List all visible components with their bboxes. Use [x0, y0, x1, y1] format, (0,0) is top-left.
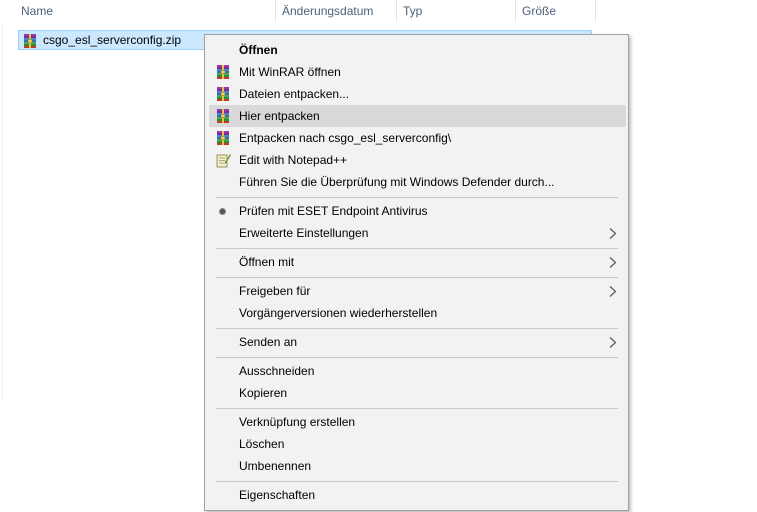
menu-item-open[interactable]: Öffnen: [209, 39, 626, 61]
menu-item-label: Eigenschaften: [239, 488, 316, 502]
column-name[interactable]: Name: [21, 0, 53, 22]
menu-item-label: Freigeben für: [239, 284, 311, 298]
column-divider[interactable]: [396, 0, 397, 22]
column-divider[interactable]: [515, 0, 516, 22]
menu-item-label: Edit with Notepad++: [239, 153, 348, 167]
chevron-right-icon: [608, 257, 618, 268]
column-size[interactable]: Größe: [522, 0, 556, 22]
menu-item-label: Mit WinRAR öffnen: [239, 65, 341, 79]
menu-item-label: Öffnen: [239, 43, 278, 57]
menu-item-rename[interactable]: Umbenennen: [209, 455, 626, 477]
menu-item-label: Ausschneiden: [239, 364, 315, 378]
chevron-right-icon: [608, 228, 618, 239]
menu-item-label: Vorgängerversionen wiederherstellen: [239, 306, 438, 320]
menu-separator: [216, 481, 618, 482]
column-type[interactable]: Typ: [403, 0, 422, 22]
menu-item-open-with-winrar[interactable]: Mit WinRAR öffnen: [209, 61, 626, 83]
menu-item-extract-to-folder[interactable]: Entpacken nach csgo_esl_serverconfig\: [209, 127, 626, 149]
column-divider[interactable]: [595, 0, 596, 22]
menu-item-windows-defender-scan[interactable]: Führen Sie die Überprüfung mit Windows D…: [209, 171, 626, 193]
menu-item-send-to[interactable]: Senden an: [209, 331, 626, 353]
menu-item-delete[interactable]: Löschen: [209, 433, 626, 455]
menu-item-label: Dateien entpacken...: [239, 87, 350, 101]
menu-item-label: Erweiterte Einstellungen: [239, 226, 369, 240]
menu-item-label: Öffnen mit: [239, 255, 295, 269]
menu-item-label: Entpacken nach csgo_esl_serverconfig\: [239, 131, 452, 145]
menu-item-extract-here[interactable]: Hier entpacken: [209, 105, 626, 127]
context-menu: Öffnen Mit WinRAR öffnen Dateien entpack…: [204, 34, 629, 511]
winrar-archive-icon: [22, 33, 38, 49]
column-date[interactable]: Änderungsdatum: [282, 0, 373, 22]
menu-item-open-with[interactable]: Öffnen mit: [209, 251, 626, 273]
menu-item-cut[interactable]: Ausschneiden: [209, 360, 626, 382]
menu-item-label: Prüfen mit ESET Endpoint Antivirus: [239, 204, 428, 218]
file-name: csgo_esl_serverconfig.zip: [43, 33, 182, 47]
menu-item-share-with[interactable]: Freigeben für: [209, 280, 626, 302]
pane-border: [2, 22, 3, 400]
chevron-right-icon: [608, 337, 618, 348]
menu-item-label: Kopieren: [239, 386, 288, 400]
menu-item-create-shortcut[interactable]: Verknüpfung erstellen: [209, 411, 626, 433]
menu-separator: [216, 197, 618, 198]
menu-item-label: Führen Sie die Überprüfung mit Windows D…: [239, 175, 555, 189]
column-divider[interactable]: [275, 0, 276, 22]
menu-separator: [216, 248, 618, 249]
eset-icon: [219, 208, 226, 215]
menu-item-label: Verknüpfung erstellen: [239, 415, 356, 429]
winrar-icon: [215, 86, 231, 102]
menu-item-edit-notepadpp[interactable]: Edit with Notepad++: [209, 149, 626, 171]
menu-separator: [216, 328, 618, 329]
column-header: ^ Name Änderungsdatum Typ Größe: [0, 0, 757, 22]
menu-item-restore-previous-versions[interactable]: Vorgängerversionen wiederherstellen: [209, 302, 626, 324]
menu-item-label: Löschen: [239, 437, 285, 451]
menu-separator: [216, 277, 618, 278]
menu-item-eset-scan[interactable]: Prüfen mit ESET Endpoint Antivirus: [209, 200, 626, 222]
menu-item-copy[interactable]: Kopieren: [209, 382, 626, 404]
menu-item-extract-files[interactable]: Dateien entpacken...: [209, 83, 626, 105]
menu-item-label: Hier entpacken: [239, 109, 320, 123]
menu-separator: [216, 357, 618, 358]
notepadpp-icon: [215, 152, 231, 168]
menu-item-properties[interactable]: Eigenschaften: [209, 484, 626, 506]
winrar-icon: [215, 130, 231, 146]
menu-item-label: Umbenennen: [239, 459, 312, 473]
winrar-icon: [215, 108, 231, 124]
winrar-icon: [215, 64, 231, 80]
menu-item-advanced-settings[interactable]: Erweiterte Einstellungen: [209, 222, 626, 244]
menu-separator: [216, 408, 618, 409]
chevron-right-icon: [608, 286, 618, 297]
menu-item-label: Senden an: [239, 335, 298, 349]
